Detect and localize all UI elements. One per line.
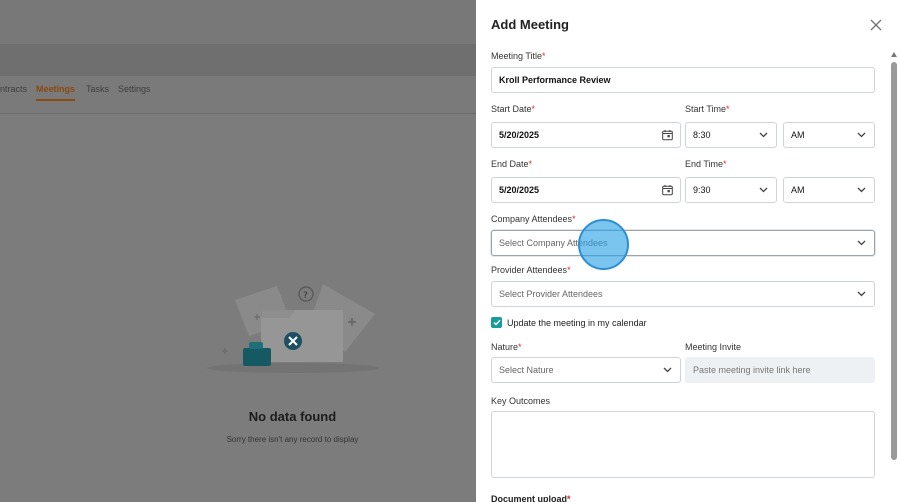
tab-meetings: Meetings xyxy=(36,84,76,101)
start-period-select[interactable]: AM xyxy=(783,122,875,148)
company-attendees-label: Company Attendees* xyxy=(491,214,576,224)
end-time-value: 9:30 xyxy=(693,185,711,195)
meeting-invite-placeholder: Paste meeting invite link here xyxy=(693,365,811,375)
nature-label: Nature* xyxy=(491,342,522,352)
chevron-down-icon xyxy=(857,187,866,193)
start-time-label: Start Time* xyxy=(685,104,730,114)
end-period-select[interactable]: AM xyxy=(783,177,875,203)
chevron-down-icon xyxy=(857,291,866,297)
end-date-input[interactable]: 5/20/2025 xyxy=(491,177,681,203)
empty-state-title: No data found xyxy=(248,409,337,424)
provider-attendees-placeholder: Select Provider Attendees xyxy=(499,289,603,299)
start-period-value: AM xyxy=(791,130,805,140)
calendar-icon[interactable] xyxy=(662,130,673,141)
close-icon xyxy=(870,19,882,31)
calendar-icon[interactable] xyxy=(662,185,673,196)
empty-state-illustration: ? xyxy=(207,284,379,373)
tab-tasks: Tasks xyxy=(86,84,110,94)
svg-text:?: ? xyxy=(303,291,308,301)
start-date-value: 5/20/2025 xyxy=(499,130,540,140)
background-header xyxy=(0,0,476,44)
nature-select[interactable]: Select Nature xyxy=(491,357,681,383)
start-date-input[interactable]: 5/20/2025 xyxy=(491,122,681,148)
empty-state-subtitle: Sorry there isn't any record to display xyxy=(226,435,359,444)
start-time-select[interactable]: 8:30 xyxy=(685,122,777,148)
end-time-select[interactable]: 9:30 xyxy=(685,177,777,203)
calendar-checkbox[interactable] xyxy=(491,317,502,328)
tab-contracts: ntracts xyxy=(0,84,28,94)
nature-placeholder: Select Nature xyxy=(499,365,554,375)
drawer-scrollbar[interactable] xyxy=(890,52,898,502)
chevron-down-icon xyxy=(759,187,768,193)
document-upload-label: Document upload* xyxy=(491,494,571,502)
meeting-invite-input[interactable]: Paste meeting invite link here xyxy=(685,357,875,383)
start-time-value: 8:30 xyxy=(693,130,711,140)
background-subheader xyxy=(0,44,476,76)
key-outcomes-textarea[interactable] xyxy=(491,411,875,478)
provider-attendees-label: Provider Attendees* xyxy=(491,265,571,275)
tab-settings: Settings xyxy=(118,84,151,94)
meeting-title-value: Kroll Performance Review xyxy=(499,75,611,85)
close-button[interactable] xyxy=(866,15,886,35)
scroll-up-arrow-icon[interactable] xyxy=(891,52,897,57)
chevron-down-icon xyxy=(663,367,672,373)
provider-attendees-select[interactable]: Select Provider Attendees xyxy=(491,281,875,307)
company-attendees-placeholder: Select Company Attendees xyxy=(499,238,608,248)
calendar-checkbox-row[interactable]: Update the meeting in my calendar xyxy=(491,317,647,328)
end-period-value: AM xyxy=(791,185,805,195)
add-meeting-drawer: Add Meeting Meeting Title* Kroll Perform… xyxy=(476,0,900,502)
chevron-down-icon xyxy=(857,240,866,246)
checkmark-icon xyxy=(493,319,501,326)
end-date-label: End Date* xyxy=(491,159,533,169)
end-date-value: 5/20/2025 xyxy=(499,185,540,195)
meeting-title-input[interactable]: Kroll Performance Review xyxy=(491,67,875,93)
meeting-invite-label: Meeting Invite xyxy=(685,342,742,352)
calendar-checkbox-label: Update the meeting in my calendar xyxy=(507,317,647,328)
meeting-title-label: Meeting Title* xyxy=(491,51,546,61)
chevron-down-icon xyxy=(759,132,768,138)
key-outcomes-label: Key Outcomes xyxy=(491,396,551,406)
drawer-title: Add Meeting xyxy=(491,17,569,32)
chevron-down-icon xyxy=(857,132,866,138)
company-attendees-select[interactable]: Select Company Attendees xyxy=(491,230,875,256)
end-time-label: End Time* xyxy=(685,159,727,169)
start-date-label: Start Date* xyxy=(491,104,536,114)
background-tab-bar: ntracts Meetings Tasks Settings xyxy=(0,76,476,114)
scroll-thumb[interactable] xyxy=(891,62,897,460)
